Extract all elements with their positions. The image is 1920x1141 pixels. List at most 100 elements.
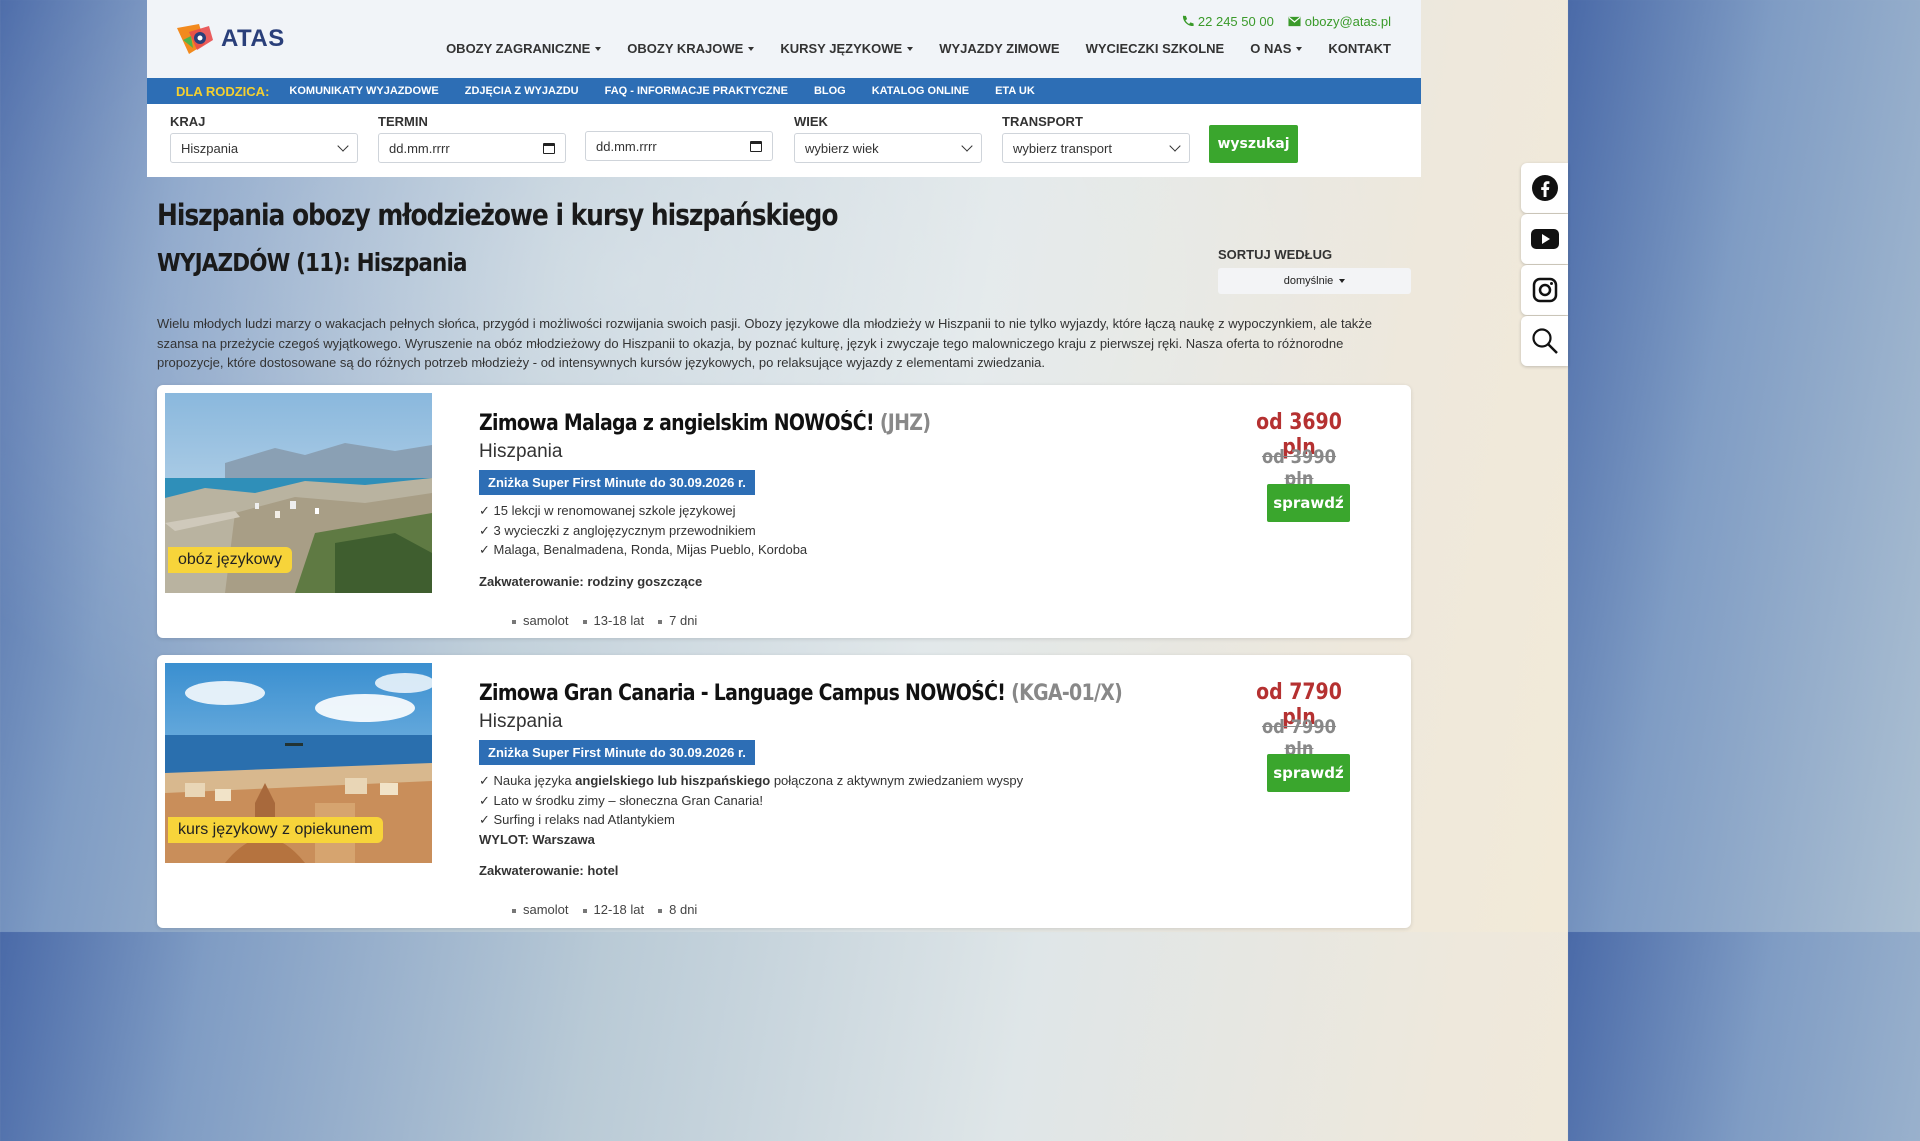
departure-info: WYLOT: Warszawa <box>479 832 595 848</box>
highlight-item: ✓ 15 lekcji w renomowanej szkole językow… <box>479 503 736 518</box>
offer-card[interactable]: obóz językowy Zimowa Malaga z angielskim… <box>157 385 1411 638</box>
results-count-heading: WYJAZDÓW (11): Hiszpania <box>157 248 467 277</box>
transport-label: TRANSPORT <box>1002 114 1083 129</box>
offer-type-tag: kurs językowy z opiekunem <box>168 817 383 843</box>
chevron-down-icon <box>961 140 973 152</box>
term-to-field: dd.mm.rrrr <box>585 131 773 161</box>
age-value: wybierz wiek <box>805 140 879 156</box>
highlight-item: ✓ Malaga, Benalmadena, Ronda, Mijas Pueb… <box>479 542 808 558</box>
offer-image-gran-canaria[interactable]: kurs językowy z opiekunem <box>165 663 432 863</box>
email-link[interactable]: obozy@atas.pl <box>1288 14 1391 29</box>
parent-nav: DLA RODZICA: KOMUNIKATY WYJAZDOWE ZDJĘCI… <box>147 78 1421 104</box>
logo[interactable]: ATAS <box>175 22 285 56</box>
site-header: ATAS 22 245 50 00 obozy@atas.pl OBOZY ZA… <box>147 0 1421 78</box>
check-offer-button[interactable]: sprawdź <box>1267 484 1350 522</box>
country-label: KRAJ <box>170 114 206 129</box>
offer-code: (JHZ) <box>879 411 931 436</box>
calendar-icon[interactable] <box>543 142 555 154</box>
country-field: KRAJ Hiszpania <box>170 114 358 163</box>
caret-down-icon <box>748 46 755 51</box>
nav-wycieczki-szkolne[interactable]: WYCIECZKI SZKOLNE <box>1086 41 1225 56</box>
nav-wyjazdy-zimowe[interactable]: WYJAZDY ZIMOWE <box>939 41 1059 56</box>
date-to-input[interactable]: dd.mm.rrrr <box>585 131 773 161</box>
phone-link[interactable]: 22 245 50 00 <box>1181 14 1274 29</box>
subnav-komunikaty[interactable]: KOMUNIKATY WYJAZDOWE <box>289 85 438 97</box>
instagram-icon <box>1532 277 1557 303</box>
facebook-link[interactable] <box>1521 163 1568 213</box>
offer-image-malaga[interactable]: obóz językowy <box>165 393 432 593</box>
email-address: obozy@atas.pl <box>1304 14 1391 29</box>
youtube-icon <box>1530 229 1559 249</box>
facebook-icon <box>1531 175 1558 201</box>
search-form: KRAJ Hiszpania TERMIN dd.mm.rrrr dd.mm.r… <box>147 104 1421 177</box>
transport-info: samolot <box>512 613 569 628</box>
accommodation-info: Zakwaterowanie: rodziny goszczące <box>479 574 703 589</box>
offer-title-text: Zimowa Gran Canaria - Language Campus NO… <box>479 681 1006 706</box>
offer-highlights: ✓ Nauka języka angielskiego lub hiszpańs… <box>479 771 1023 850</box>
offer-country: Hiszpania <box>479 711 563 732</box>
page-title: Hiszpania obozy młodzieżowe i kursy hisz… <box>157 198 838 232</box>
envelope-icon <box>1288 16 1301 27</box>
subnav-faq[interactable]: FAQ - INFORMACJE PRAKTYCZNE <box>605 85 788 97</box>
caret-down-icon <box>1339 279 1346 283</box>
subnav-blog[interactable]: BLOG <box>814 85 846 97</box>
phone-number: 22 245 50 00 <box>1197 14 1274 29</box>
offer-country: Hiszpania <box>479 441 563 462</box>
subnav-eta-uk[interactable]: ETA UK <box>995 85 1035 97</box>
contact-bar: 22 245 50 00 obozy@atas.pl <box>1181 14 1391 29</box>
date-from-input[interactable]: dd.mm.rrrr <box>378 133 566 163</box>
caret-down-icon <box>907 46 914 51</box>
term-label: TERMIN <box>378 114 428 129</box>
promo-badge: Zniżka Super First Minute do 30.09.2026 … <box>479 740 755 765</box>
duration-info: 8 dni <box>658 902 697 917</box>
subnav-zdjecia[interactable]: ZDJĘCIA Z WYJAZDU <box>465 85 579 97</box>
check-offer-button[interactable]: sprawdź <box>1267 754 1350 792</box>
offer-meta: samolot 13-18 lat 7 dni <box>512 613 697 628</box>
age-info: 12-18 lat <box>583 902 645 917</box>
accommodation-info: Zakwaterowanie: hotel <box>479 863 619 878</box>
transport-select[interactable]: wybierz transport <box>1002 133 1190 163</box>
offer-title[interactable]: Zimowa Malaga z angielskim NOWOŚĆ! (JHZ) <box>479 411 931 436</box>
country-select[interactable]: Hiszpania <box>170 133 358 163</box>
site-search-link[interactable] <box>1521 316 1568 366</box>
nav-obozy-zagraniczne[interactable]: OBOZY ZAGRANICZNE <box>446 41 602 56</box>
subnav-katalog[interactable]: KATALOG ONLINE <box>872 85 969 97</box>
logo-icon <box>177 24 213 54</box>
promo-badge: Zniżka Super First Minute do 30.09.2026 … <box>479 470 755 495</box>
offer-highlights: ✓ 15 lekcji w renomowanej szkole językow… <box>479 501 807 560</box>
highlight-item: ✓ 3 wycieczki z anglojęzycznym przewodni… <box>479 522 756 538</box>
main-nav: OBOZY ZAGRANICZNE OBOZY KRAJOWE KURSY JĘ… <box>446 41 1391 56</box>
age-select[interactable]: wybierz wiek <box>794 133 982 163</box>
sort-control: SORTUJ WEDŁUG domyślnie <box>1218 247 1411 294</box>
highlight-item: ✓ Surfing i relaks nad Atlantykiem <box>479 812 675 828</box>
date-from-placeholder: dd.mm.rrrr <box>389 140 450 156</box>
sort-label: SORTUJ WEDŁUG <box>1218 247 1333 262</box>
chevron-down-icon <box>1169 140 1181 152</box>
nav-kontakt[interactable]: KONTAKT <box>1328 41 1391 56</box>
offer-meta: samolot 12-18 lat 8 dni <box>512 902 697 917</box>
brand-name: ATAS <box>221 25 285 52</box>
transport-value: wybierz transport <box>1013 140 1112 156</box>
social-sidebar <box>1521 163 1568 367</box>
youtube-link[interactable] <box>1521 214 1568 264</box>
instagram-link[interactable] <box>1521 265 1568 315</box>
caret-down-icon <box>1296 46 1303 51</box>
parent-nav-lead: DLA RODZICA: <box>176 83 270 99</box>
transport-field: TRANSPORT wybierz transport <box>1002 114 1190 163</box>
country-value: Hiszpania <box>181 140 239 156</box>
age-label: WIEK <box>794 114 828 129</box>
sort-dropdown[interactable]: domyślnie <box>1218 268 1411 294</box>
offer-type-tag: obóz językowy <box>168 547 293 573</box>
search-icon <box>1531 328 1558 354</box>
offer-card[interactable]: kurs językowy z opiekunem Zimowa Gran Ca… <box>157 655 1411 928</box>
phone-icon <box>1182 15 1194 27</box>
highlight-item: ✓ Nauka języka angielskiego lub hiszpańs… <box>479 773 1024 788</box>
calendar-icon[interactable] <box>750 140 762 152</box>
nav-obozy-krajowe[interactable]: OBOZY KRAJOWE <box>627 41 755 56</box>
term-from-field: TERMIN dd.mm.rrrr <box>378 114 566 163</box>
offer-title-text: Zimowa Malaga z angielskim NOWOŚĆ! <box>479 411 875 436</box>
nav-o-nas[interactable]: O NAS <box>1250 41 1303 56</box>
search-button[interactable]: wyszukaj <box>1209 125 1298 163</box>
offer-title[interactable]: Zimowa Gran Canaria - Language Campus NO… <box>479 681 1123 706</box>
nav-kursy-jezykowe[interactable]: KURSY JĘZYKOWE <box>780 41 914 56</box>
